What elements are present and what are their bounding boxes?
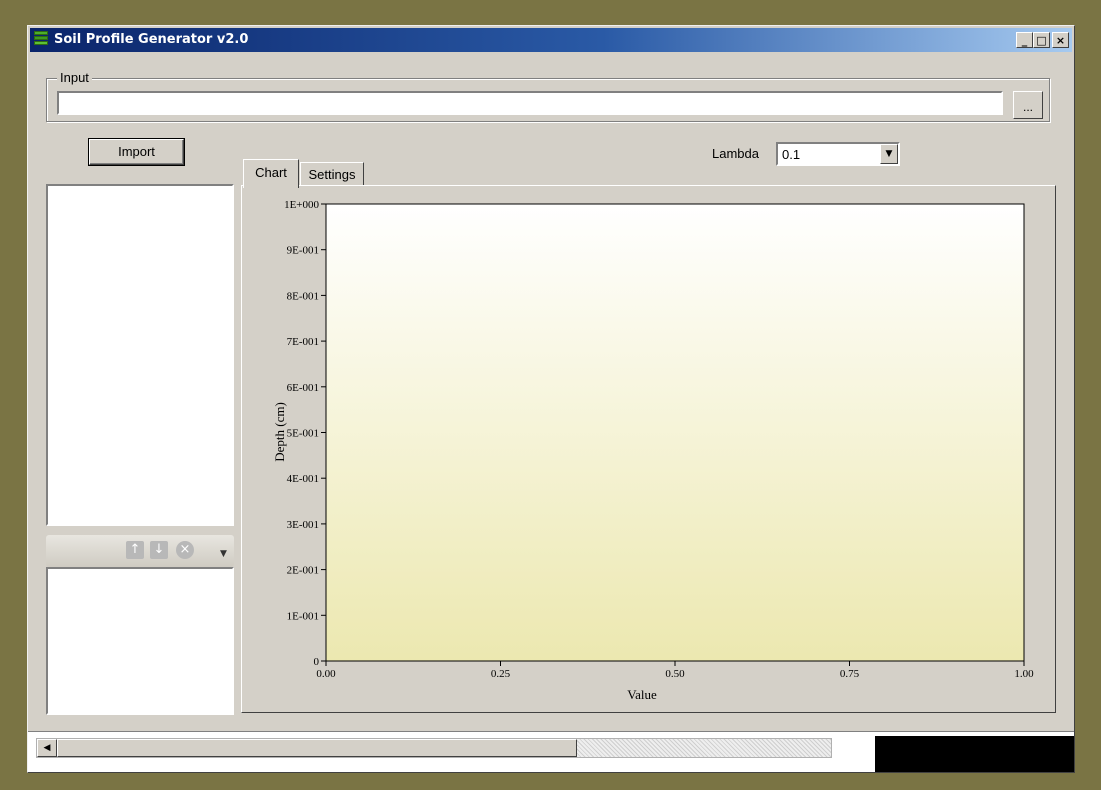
input-path-field[interactable] — [57, 91, 1003, 115]
x-tick-label: 0.50 — [665, 668, 685, 680]
scrollbar-thumb[interactable] — [57, 739, 577, 757]
x-axis: 0.00 0.25 0.50 0.75 1.00 — [316, 661, 1034, 680]
arrow-down-icon[interactable]: ↓ — [150, 541, 168, 559]
tab-chart[interactable]: Chart — [243, 159, 299, 188]
y-tick-label: 1E-001 — [287, 610, 319, 622]
plot-area — [325, 203, 1025, 662]
x-tick-label: 0.75 — [840, 668, 860, 680]
y-tick-label: 6E-001 — [287, 382, 319, 394]
overflow-chevron-icon[interactable]: ▼ — [220, 549, 230, 563]
lambda-value: 0.1 — [782, 147, 801, 162]
lambda-label: Lambda — [712, 146, 759, 161]
x-axis-title: Value — [627, 687, 657, 702]
depth-chart: 0 1E-001 2E-001 3E-001 4E-001 5E-001 6E-001 7E-… — [272, 199, 1034, 702]
imported-files-list[interactable] — [46, 184, 234, 526]
maximize-button[interactable]: □ — [1033, 32, 1050, 48]
input-group-legend: Input — [57, 70, 92, 85]
y-tick-label: 9E-001 — [287, 245, 319, 257]
import-button[interactable]: Import — [88, 138, 185, 166]
x-tick-label: 0.25 — [491, 668, 511, 680]
horizontal-scrollbar[interactable]: ◀ — [36, 738, 832, 758]
scroll-left-icon[interactable]: ◀ — [37, 739, 57, 757]
y-axis-title: Depth (cm) — [272, 402, 287, 462]
app-icon — [34, 31, 48, 49]
arrow-up-icon[interactable]: ↑ — [126, 541, 144, 559]
title-bar[interactable]: Soil Profile Generator v2.0 _ □ × — [30, 28, 1072, 52]
y-tick-label: 0 — [314, 656, 320, 668]
remove-icon[interactable]: × — [176, 541, 194, 559]
black-panel — [875, 736, 1074, 772]
layers-list[interactable] — [46, 567, 234, 715]
y-tick-label: 5E-001 — [287, 428, 319, 440]
window-title: Soil Profile Generator v2.0 — [54, 32, 249, 47]
x-tick-label: 0.00 — [316, 668, 336, 680]
chevron-down-icon[interactable]: ▼ — [880, 144, 898, 164]
y-tick-label: 7E-001 — [287, 336, 319, 348]
caption-buttons: _ □ × — [1016, 32, 1069, 48]
lambda-select[interactable]: 0.1 ▼ — [776, 142, 900, 166]
x-tick-label: 1.00 — [1014, 668, 1034, 680]
y-tick-label: 1E+000 — [284, 199, 319, 211]
app-window: Soil Profile Generator v2.0 _ □ × Input … — [27, 25, 1075, 773]
browse-button[interactable]: ... — [1013, 91, 1043, 119]
y-tick-label: 2E-001 — [287, 565, 319, 577]
y-tick-label: 4E-001 — [287, 473, 319, 485]
y-axis: 0 1E-001 2E-001 3E-001 4E-001 5E-001 6E-001 7E-… — [284, 199, 326, 668]
minimize-button[interactable]: _ — [1016, 32, 1033, 48]
y-tick-label: 3E-001 — [287, 519, 319, 531]
input-group: Input ... — [46, 70, 1050, 122]
close-button[interactable]: × — [1052, 32, 1069, 48]
bottom-area: ◀ — [28, 731, 1074, 772]
y-tick-label: 8E-001 — [287, 290, 319, 302]
list-toolbar: ↑ ↓ × ▼ — [46, 535, 234, 567]
